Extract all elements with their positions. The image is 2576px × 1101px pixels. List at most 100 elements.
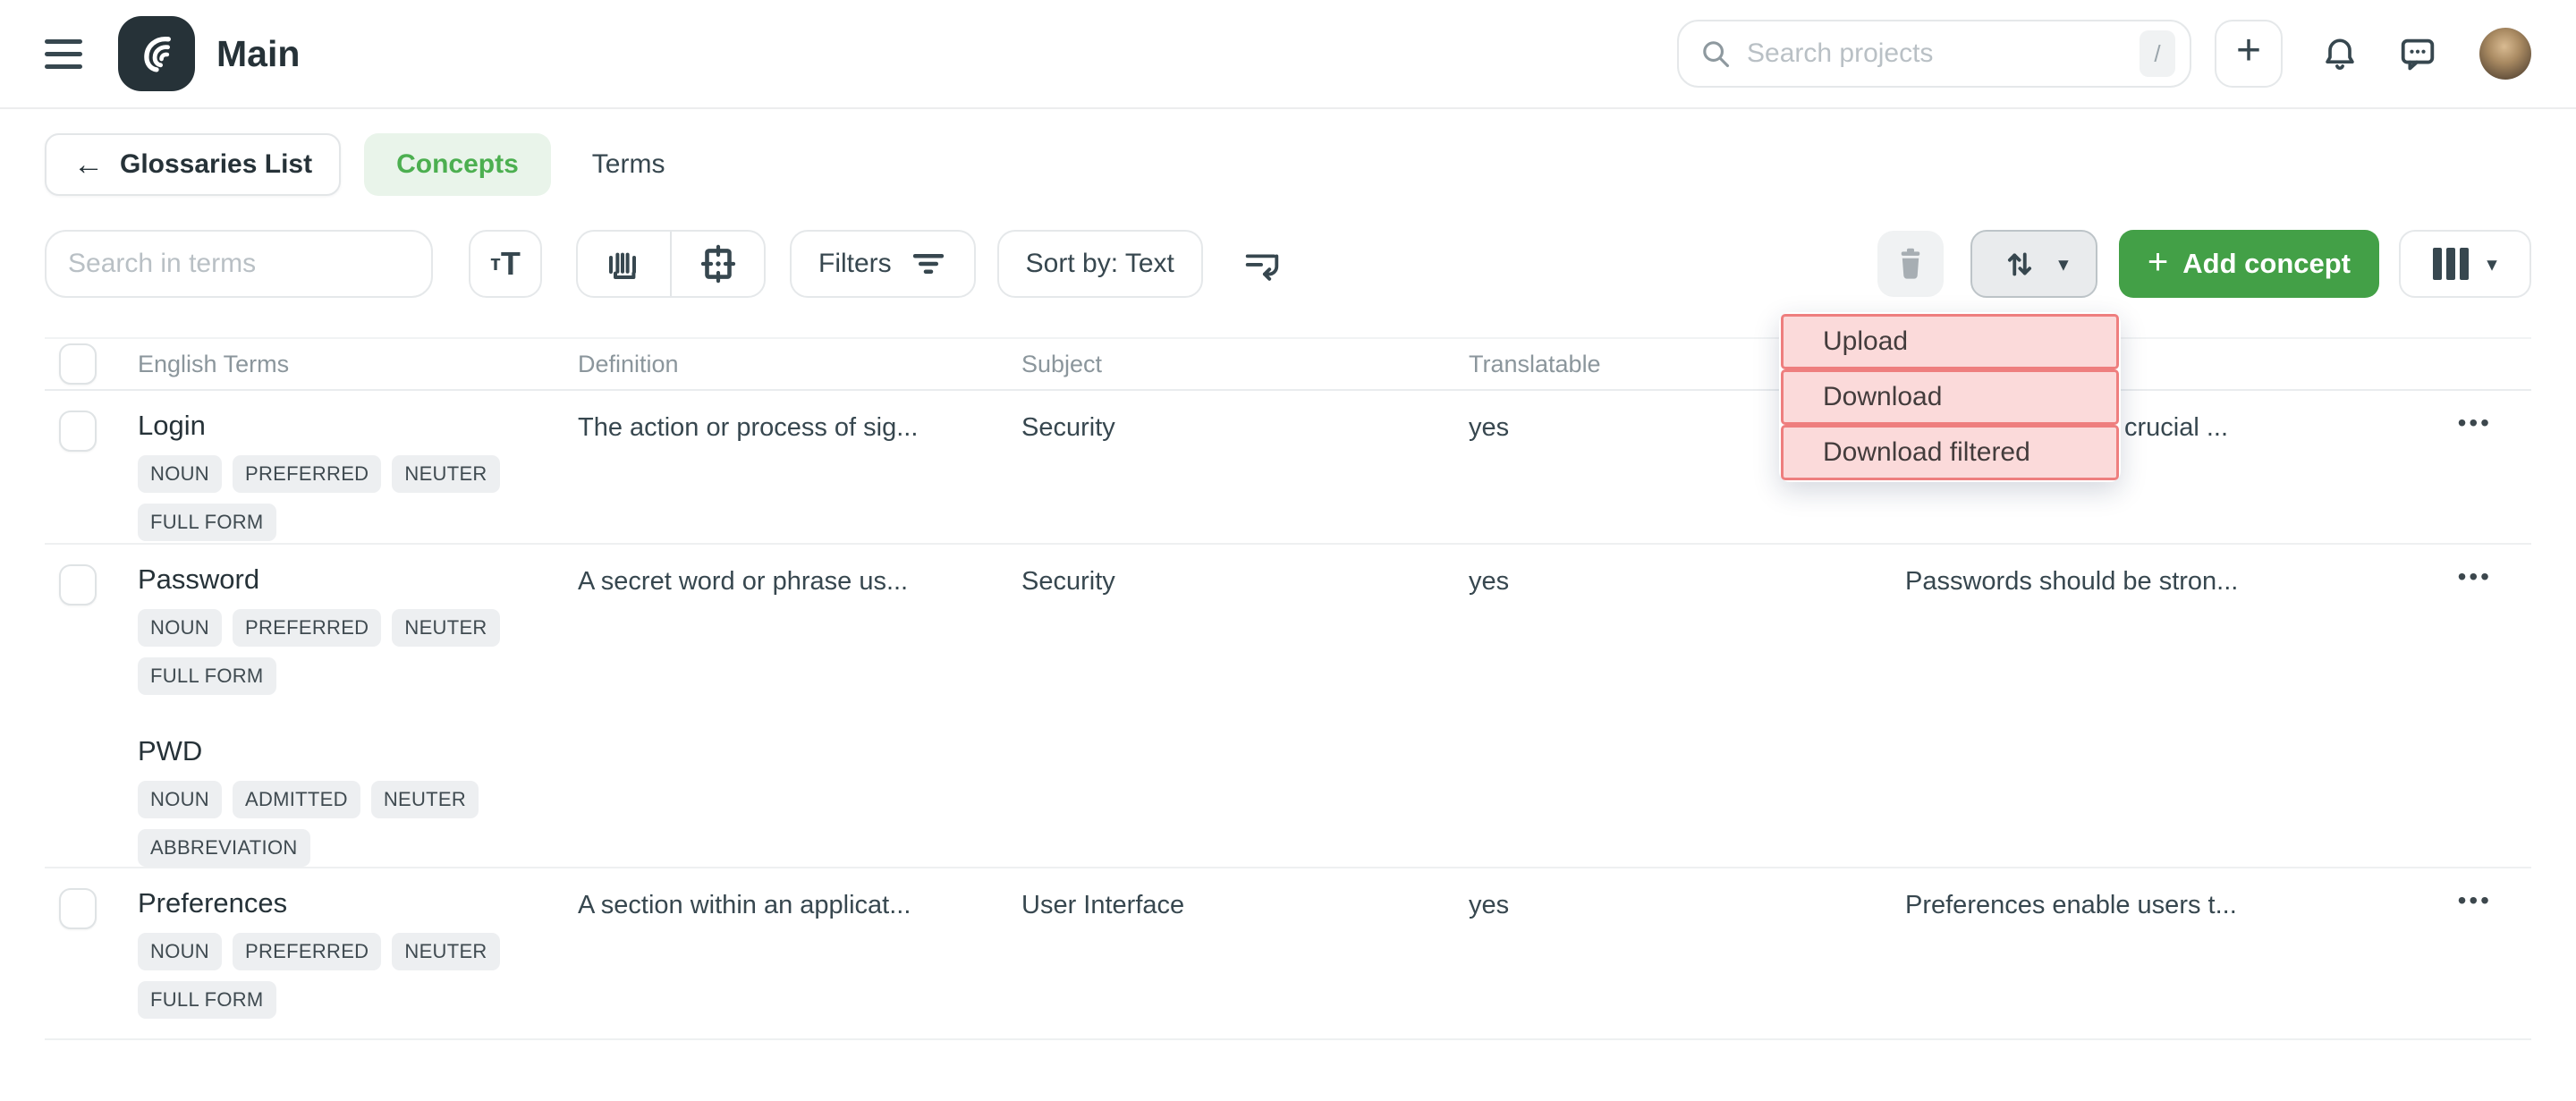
header-subject: Subject [1021,351,1469,378]
add-concept-button[interactable]: + Add concept [2119,230,2379,298]
chevron-down-icon: ▾ [2487,254,2497,275]
translatable-cell: yes [1469,564,1905,597]
menu-item-label: Upload [1823,326,1908,357]
app-logo[interactable] [118,16,195,91]
row-checkbox[interactable] [59,411,97,452]
term-block: Preferences NOUN PREFERRED NEUTER FULL F… [138,888,578,1019]
concepts-table: English Terms Definition Subject Transla… [45,337,2531,1040]
search-icon [1699,37,1733,71]
avatar[interactable] [2479,28,2531,80]
search-shortcut-badge: / [2140,30,2175,77]
table-row[interactable]: Password NOUN PREFERRED NEUTER FULL FORM… [45,545,2531,868]
page-title: Main [216,33,300,75]
menu-item-upload[interactable]: Upload [1781,314,2119,369]
back-button-label: Glossaries List [120,149,312,180]
note-cell: Passwords should be stron... [1905,564,2415,597]
tab-concepts[interactable]: Concepts [364,133,551,196]
columns-icon [2433,248,2469,280]
badge: NOUN [138,781,222,818]
row-actions-button[interactable]: ••• [2458,411,2492,436]
subject-cell: Security [1021,564,1469,597]
sort-order-icon [1241,243,1283,284]
menu-item-download-filtered[interactable]: Download filtered [1781,425,2119,480]
match-case-button[interactable]: тT [469,230,542,298]
plus-icon: + [2148,262,2168,266]
term-name[interactable]: Preferences [138,888,578,919]
messages-button[interactable] [2397,33,2438,74]
term-block: PWD NOUN ADMITTED NEUTER ABBREVIATION [138,736,578,867]
sort-by-button[interactable]: Sort by: Text [997,230,1203,298]
bell-icon [2320,34,2360,73]
table-row[interactable]: Preferences NOUN PREFERRED NEUTER FULL F… [45,868,2531,1040]
filters-button[interactable]: Filters [790,230,976,298]
badge: PREFERRED [233,609,381,647]
badge: NEUTER [371,781,479,818]
select-all-checkbox[interactable] [59,343,97,385]
menu-item-download[interactable]: Download [1781,369,2119,425]
term-badges: NOUN ADMITTED NEUTER ABBREVIATION [138,781,531,867]
import-export-menu: Upload Download Download filtered [1779,312,2121,482]
sort-direction-button[interactable] [1239,241,1285,287]
row-actions-button[interactable]: ••• [2458,564,2492,589]
projects-search[interactable]: / [1677,20,2191,88]
badge: PREFERRED [233,933,381,970]
term-badges: NOUN PREFERRED NEUTER FULL FORM [138,609,531,695]
table-row[interactable]: Login NOUN PREFERRED NEUTER FULL FORM Th… [45,391,2531,545]
add-concept-label: Add concept [2182,248,2351,280]
definition-cell: A secret word or phrase us... [578,564,1021,597]
tab-label: Concepts [396,149,519,180]
subject-cell: User Interface [1021,888,1469,920]
chevron-down-icon: ▾ [2058,254,2069,275]
term-badges: NOUN PREFERRED NEUTER FULL FORM [138,455,531,541]
row-checkbox[interactable] [59,888,97,929]
term-block: Login NOUN PREFERRED NEUTER FULL FORM [138,411,578,541]
selection-box-icon [696,241,741,286]
term-badges: NOUN PREFERRED NEUTER FULL FORM [138,933,531,1019]
delete-selected-button[interactable] [1877,231,1944,297]
menu-item-label: Download [1823,382,1942,412]
create-button[interactable]: + [2215,20,2283,88]
exact-match-button[interactable] [672,232,764,296]
row-checkbox[interactable] [59,564,97,606]
notifications-button[interactable] [2320,34,2360,73]
translatable-cell: yes [1469,888,1905,920]
tab-terms[interactable]: Terms [592,149,665,180]
topbar: Main / + [0,0,2576,109]
badge: NOUN [138,933,222,970]
whole-words-button[interactable] [578,232,670,296]
up-down-arrows-icon [1999,243,2040,284]
badge: ABBREVIATION [138,829,310,867]
row-actions-button[interactable]: ••• [2458,888,2492,913]
badge: FULL FORM [138,981,276,1019]
badge: NOUN [138,455,222,493]
terms-search-input[interactable] [45,230,433,298]
chat-icon [2397,33,2438,74]
badge: FULL FORM [138,657,276,695]
subject-cell: Security [1021,411,1469,443]
note-cell: Preferences enable users t... [1905,888,2415,920]
projects-search-input[interactable] [1747,38,2140,69]
hamburger-menu-button[interactable] [45,39,82,69]
crowdin-logo-icon [131,28,182,80]
table-header: English Terms Definition Subject Transla… [45,339,2531,391]
terms-toolbar: тT Filters [45,230,2531,298]
term-name[interactable]: Login [138,411,578,441]
columns-settings-button[interactable]: ▾ [2399,230,2531,298]
badge: NEUTER [392,933,499,970]
search-options-group [576,230,766,298]
header-definition: Definition [578,351,1021,378]
badge: NEUTER [392,455,499,493]
badge: NEUTER [392,609,499,647]
header-english-terms: English Terms [138,351,578,378]
back-arrow-icon: ← [73,149,104,180]
menu-item-label: Download filtered [1823,437,2030,468]
back-to-glossaries-button[interactable]: ← Glossaries List [45,133,341,196]
badge: ADMITTED [233,781,360,818]
match-case-icon: т [490,251,501,276]
term-name[interactable]: Password [138,564,578,595]
definition-cell: The action or process of sig... [578,411,1021,443]
sort-label: Sort by: Text [1026,249,1174,279]
definition-cell: A section within an applicat... [578,888,1021,920]
term-name[interactable]: PWD [138,736,578,766]
import-export-dropdown-button[interactable]: ▾ [1970,230,2097,298]
